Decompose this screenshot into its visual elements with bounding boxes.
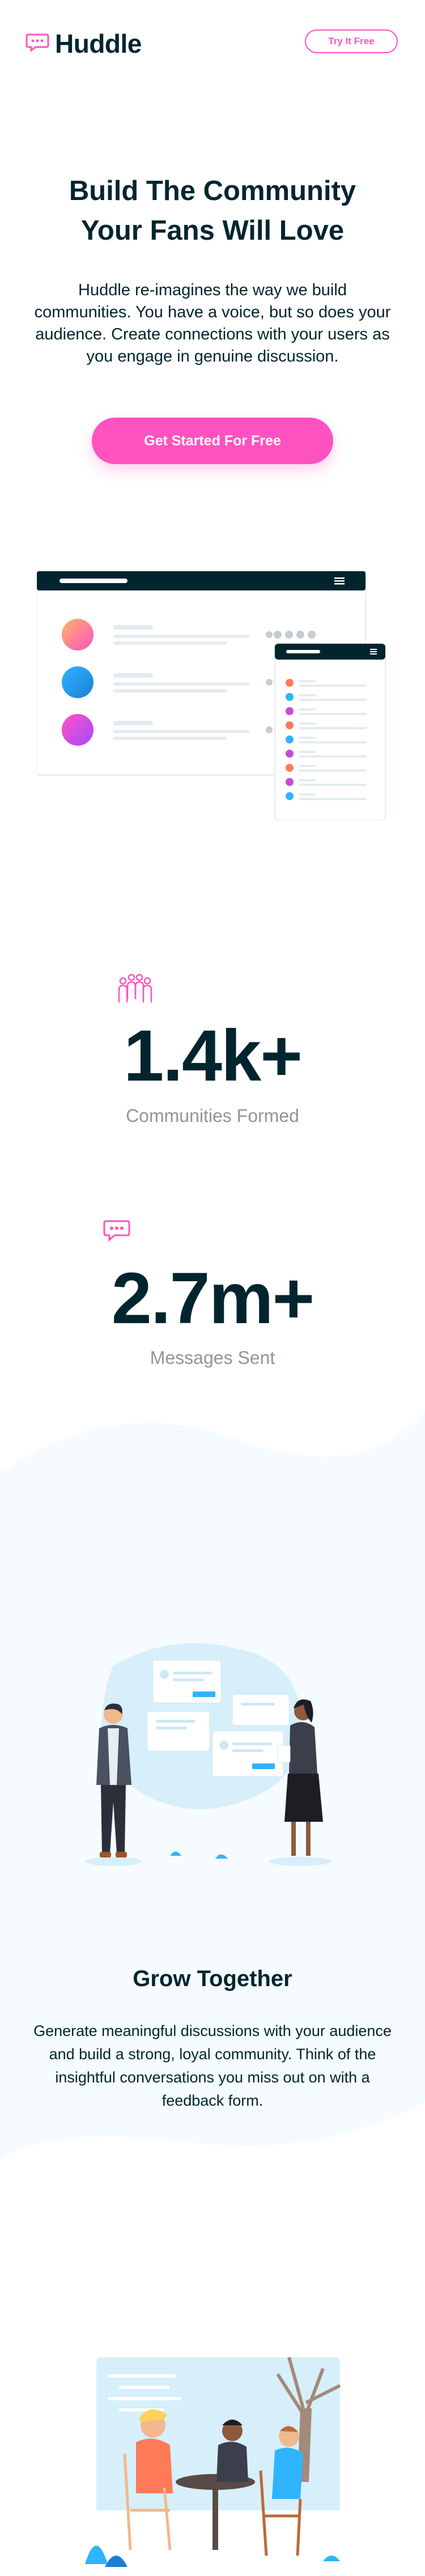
flowing-conversations-illustration: [74, 2340, 351, 2576]
stat-label: Communities Formed: [126, 1106, 299, 1126]
try-it-free-button[interactable]: Try It Free: [305, 29, 398, 53]
hero-description: Huddle re-imagines the way we build comm…: [34, 281, 391, 365]
feature-description: Generate meaningful discussions with you…: [33, 2022, 392, 2109]
communities-icon: [116, 973, 154, 1008]
stat-value: 2.7m+: [111, 1258, 315, 1339]
chat-bubble-logo-icon: [26, 33, 49, 55]
get-started-button[interactable]: Get Started For Free: [92, 418, 333, 464]
hero-title: Build The Community Your Fans Will Love: [23, 171, 402, 250]
stat-value: 1.4k+: [124, 1015, 303, 1096]
grow-together-illustration: [79, 1632, 351, 1873]
stat-label: Messages Sent: [150, 1347, 275, 1368]
brand-logo[interactable]: Huddle: [26, 28, 142, 59]
brand-name: Huddle: [55, 29, 142, 58]
hero-title-line2: Your Fans Will Love: [80, 215, 345, 246]
hero-title-line1: Build The Community: [69, 176, 356, 206]
app-mockup-illustration: [36, 571, 394, 823]
messages-icon: [103, 1219, 130, 1245]
feature-title: Grow Together: [133, 1966, 292, 1991]
site-header: Huddle Try It Free: [0, 0, 425, 85]
